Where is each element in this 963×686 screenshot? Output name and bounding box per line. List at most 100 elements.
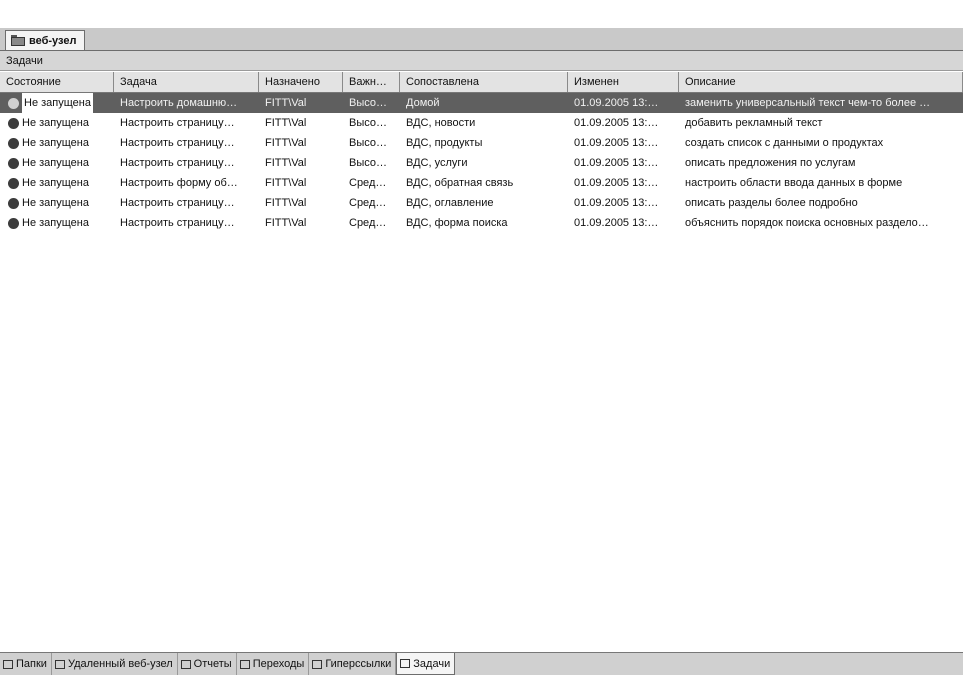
view-tab-folders[interactable]: Папки (0, 653, 52, 675)
description-cell: описать разделы более подробно (685, 197, 858, 209)
priority-cell: Высо… (349, 137, 387, 149)
website-folder-icon (11, 35, 25, 46)
description-cell: создать список с данными о продуктах (685, 137, 884, 149)
assigned-cell: FITT\Val (265, 137, 307, 149)
linked-cell: ВДС, продукты (406, 137, 483, 149)
status-cell: Не запущена (0, 173, 114, 193)
modified-cell: 01.09.2005 13:… (574, 117, 659, 129)
assigned-cell: FITT\Val (265, 177, 307, 189)
view-tab-label: Удаленный веб-узел (67, 658, 173, 670)
view-tab-bar: Папки Удаленный веб-узел Отчеты Переходы… (0, 652, 963, 675)
modified-cell: 01.09.2005 13:… (574, 137, 659, 149)
folder-icon (3, 659, 13, 669)
tasks-grid: Состояние Задача Назначено Важн… Сопоста… (0, 72, 963, 652)
column-header-status[interactable]: Состояние (0, 72, 114, 92)
view-tab-remote-site[interactable]: Удаленный веб-узел (52, 653, 178, 675)
linked-cell: ВДС, обратная связь (406, 177, 514, 189)
column-header-priority[interactable]: Важн… (343, 72, 400, 92)
tasks-icon (400, 659, 411, 668)
column-header-modified[interactable]: Изменен (568, 72, 679, 92)
modified-cell: 01.09.2005 13:… (574, 157, 659, 169)
task-cell: Настроить страницу… (120, 157, 235, 169)
assigned-cell: FITT\Val (265, 117, 307, 129)
table-row[interactable]: Не запущена Настроить домашню… FITT\Val … (0, 93, 963, 113)
task-cell: Настроить домашню… (120, 97, 238, 109)
column-header-task[interactable]: Задача (114, 72, 259, 92)
view-tab-label: Отчеты (193, 658, 232, 670)
status-text: Не запущена (22, 197, 89, 209)
view-tab-tasks[interactable]: Задачи (396, 653, 456, 675)
assigned-cell: FITT\Val (265, 157, 307, 169)
task-cell: Настроить страницу… (120, 197, 235, 209)
view-tab-label: Папки (16, 658, 47, 670)
document-tab-website[interactable]: веб-узел (5, 30, 86, 50)
table-row[interactable]: Не запущена Настроить форму об… FITT\Val… (0, 173, 963, 193)
view-tab-hyperlinks[interactable]: Гиперссылки (309, 653, 397, 675)
status-dot-icon (8, 197, 19, 209)
status-cell: Не запущена (0, 213, 114, 233)
status-text: Не запущена (22, 93, 93, 113)
document-tab-label: веб-узел (29, 34, 77, 47)
column-header-description[interactable]: Описание (679, 72, 963, 92)
description-cell: заменить универсальный текст чем-то боле… (685, 97, 931, 109)
view-tab-label: Задачи (413, 657, 451, 670)
task-rows: Не запущена Настроить домашню… FITT\Val … (0, 93, 963, 233)
navigation-icon (239, 659, 250, 669)
description-cell: добавить рекламный текст (685, 117, 823, 129)
document-tab-strip: веб-узел (0, 28, 963, 51)
linked-cell: ВДС, форма поиска (406, 217, 508, 229)
task-cell: Настроить страницу… (120, 137, 235, 149)
table-row[interactable]: Не запущена Настроить страницу… FITT\Val… (0, 153, 963, 173)
modified-cell: 01.09.2005 13:… (574, 177, 659, 189)
table-row[interactable]: Не запущена Настроить страницу… FITT\Val… (0, 193, 963, 213)
status-dot-icon (8, 117, 19, 129)
pane-title: Задачи (0, 51, 963, 71)
table-row[interactable]: Не запущена Настроить страницу… FITT\Val… (0, 213, 963, 233)
column-header-assigned[interactable]: Назначено (259, 72, 343, 92)
priority-cell: Высо… (349, 97, 387, 109)
status-text: Не запущена (22, 217, 89, 229)
hyperlinks-icon (312, 659, 323, 669)
column-header-linked[interactable]: Сопоставлена (400, 72, 568, 92)
column-header-row: Состояние Задача Назначено Важн… Сопоста… (0, 72, 963, 93)
table-row[interactable]: Не запущена Настроить страницу… FITT\Val… (0, 133, 963, 153)
status-text: Не запущена (22, 177, 89, 189)
priority-cell: Высо… (349, 157, 387, 169)
priority-cell: Сред… (349, 177, 387, 189)
remote-site-icon (54, 659, 65, 669)
status-cell: Не запущена (0, 193, 114, 213)
modified-cell: 01.09.2005 13:… (574, 217, 659, 229)
assigned-cell: FITT\Val (265, 217, 307, 229)
modified-cell: 01.09.2005 13:… (574, 97, 659, 109)
description-cell: описать предложения по услугам (685, 157, 856, 169)
status-text: Не запущена (22, 157, 89, 169)
view-tab-label: Гиперссылки (325, 658, 392, 670)
priority-cell: Высо… (349, 117, 387, 129)
task-cell: Настроить форму об… (120, 177, 238, 189)
reports-icon (180, 659, 191, 669)
linked-cell: ВДС, услуги (406, 157, 468, 169)
status-dot-icon (8, 97, 19, 109)
table-row[interactable]: Не запущена Настроить страницу… FITT\Val… (0, 113, 963, 133)
status-dot-icon (8, 157, 19, 169)
status-cell: Не запущена (0, 93, 114, 113)
view-tab-navigation[interactable]: Переходы (237, 653, 310, 675)
view-tab-reports[interactable]: Отчеты (178, 653, 237, 675)
task-cell: Настроить страницу… (120, 217, 235, 229)
status-dot-icon (8, 217, 19, 229)
task-cell: Настроить страницу… (120, 117, 235, 129)
description-cell: объяснить порядок поиска основных раздел… (685, 217, 929, 229)
linked-cell: ВДС, оглавление (406, 197, 494, 209)
priority-cell: Сред… (349, 197, 387, 209)
description-cell: настроить области ввода данных в форме (685, 177, 903, 189)
modified-cell: 01.09.2005 13:… (574, 197, 659, 209)
top-margin (0, 0, 963, 28)
linked-cell: Домой (406, 97, 440, 109)
status-dot-icon (8, 137, 19, 149)
priority-cell: Сред… (349, 217, 387, 229)
status-text: Не запущена (22, 117, 89, 129)
status-dot-icon (8, 177, 19, 189)
assigned-cell: FITT\Val (265, 97, 307, 109)
status-text: Не запущена (22, 137, 89, 149)
view-tab-label: Переходы (252, 658, 305, 670)
